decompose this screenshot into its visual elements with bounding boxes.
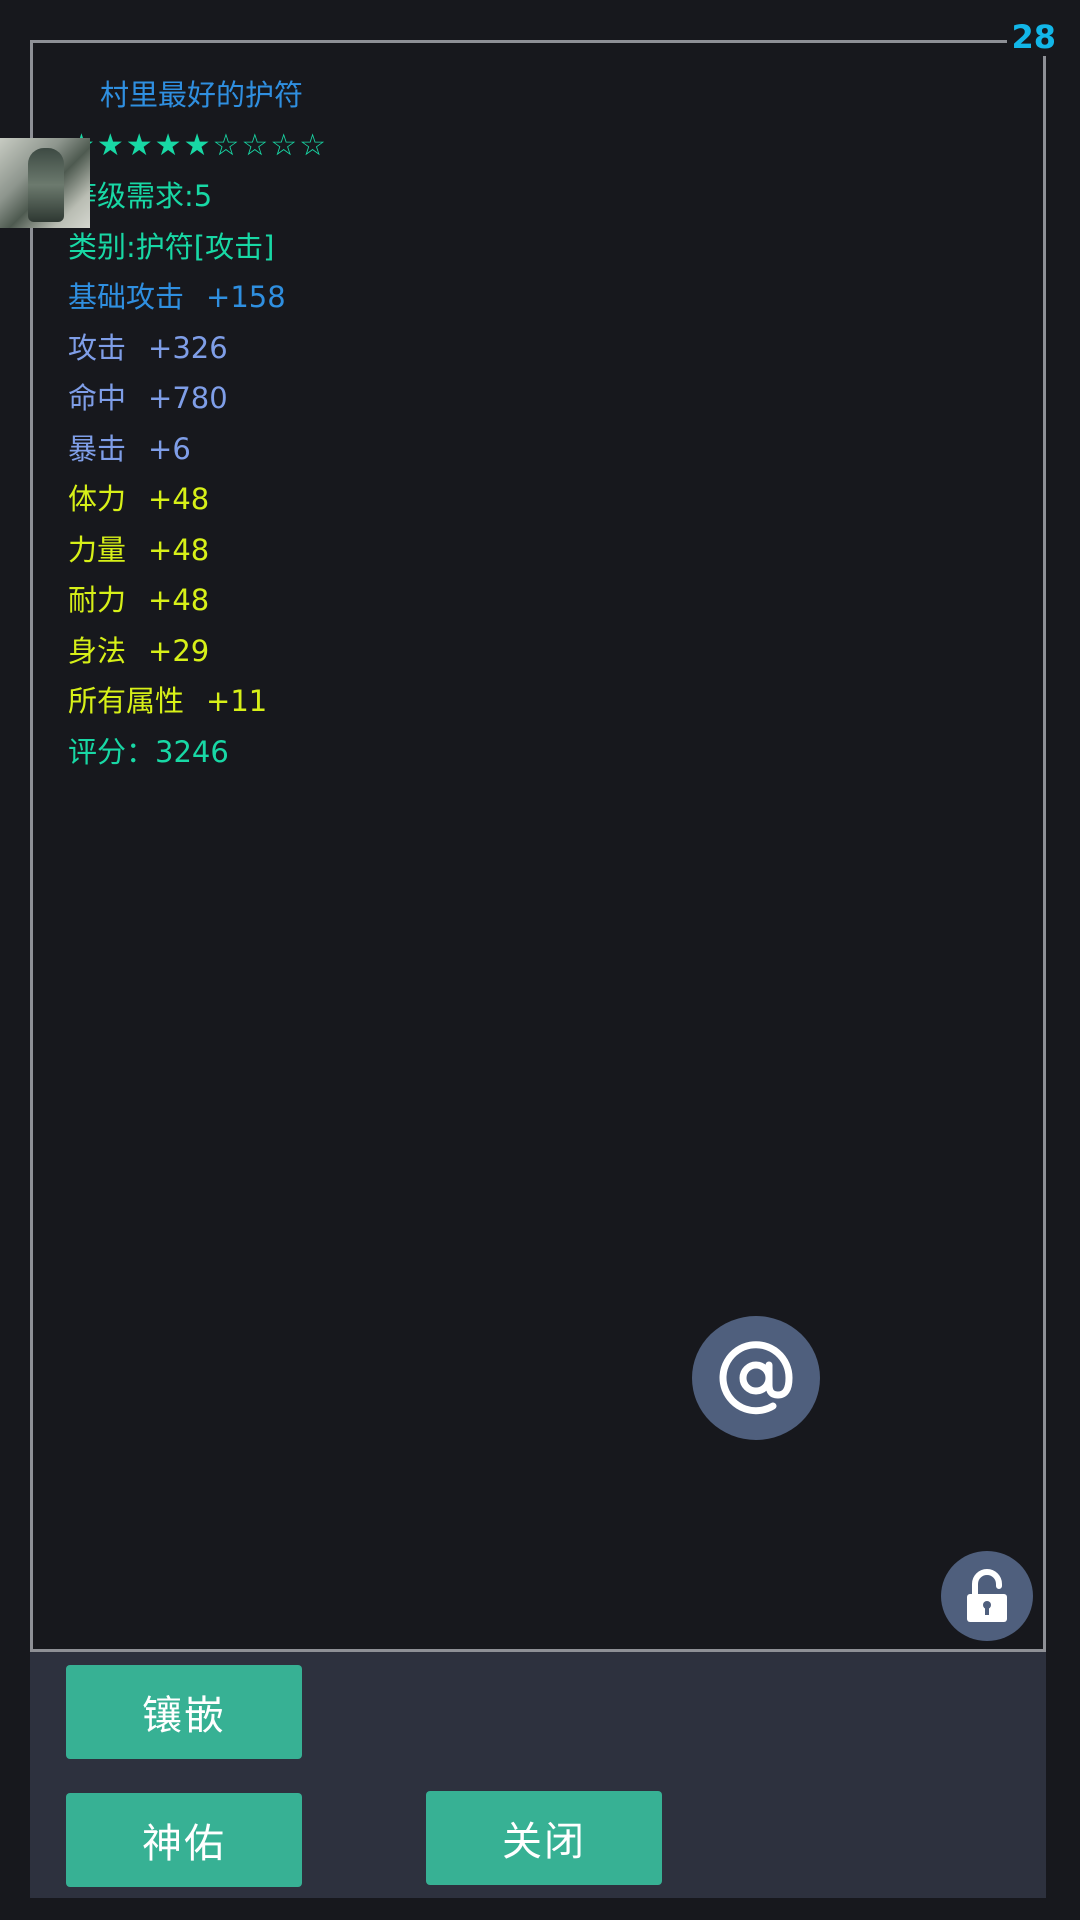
stat-value: +48 — [148, 482, 210, 516]
stat-value: +11 — [206, 684, 268, 718]
item-category: 类别:护符[攻击] — [68, 229, 275, 264]
stat-value: +158 — [206, 280, 286, 314]
stat-value: +326 — [148, 330, 228, 365]
stat-critical: 暴击 +6 — [68, 424, 328, 475]
lock-toggle-button[interactable] — [941, 1551, 1033, 1641]
stat-label: 基础攻击 — [68, 280, 185, 314]
stat-label: 力量 — [68, 532, 127, 567]
close-button[interactable]: 关闭 — [426, 1791, 662, 1885]
item-score: 评分：3246 — [68, 734, 229, 769]
item-stars: ★★★★★☆☆☆☆ — [68, 127, 329, 163]
stat-label: 命中 — [68, 381, 127, 415]
stat-label: 攻击 — [68, 330, 127, 365]
stat-label: 体力 — [68, 482, 127, 516]
stat-value: +29 — [148, 633, 210, 668]
stat-label: 所有属性 — [68, 684, 185, 718]
item-name: 村里最好的护符 — [100, 78, 304, 112]
stat-label: 身法 — [68, 633, 127, 668]
stat-strength: 力量 +48 — [68, 525, 328, 576]
item-tooltip: 村里最好的护符 ★★★★★☆☆☆☆ 等级需求:5 类别:护符[攻击] 基础攻击 +… — [68, 70, 328, 777]
stat-attack: 攻击 +326 — [68, 323, 328, 374]
stat-endurance: 耐力 +48 — [68, 575, 328, 626]
item-detail-screen: 28 村里最好的护符 ★★★★★☆☆☆☆ 等级需求:5 类别:护符[攻击] 基础… — [0, 0, 1080, 1920]
stat-value: +48 — [148, 532, 210, 567]
action-bar: 镶嵌 神佑 关闭 — [30, 1649, 1046, 1898]
stat-vitality: 体力 +48 — [68, 474, 328, 525]
counter-label: 28 — [1007, 18, 1060, 56]
stat-label: 耐力 — [68, 583, 127, 617]
stat-label: 暴击 — [68, 431, 127, 466]
stat-agility: 身法 +29 — [68, 626, 328, 677]
stat-accuracy: 命中 +780 — [68, 373, 328, 424]
stat-value: +48 — [148, 583, 210, 617]
bless-button[interactable]: 神佑 — [66, 1793, 302, 1887]
stat-all-attributes: 所有属性 +11 — [68, 676, 328, 727]
inlay-button[interactable]: 镶嵌 — [66, 1665, 302, 1759]
at-icon — [719, 1341, 793, 1415]
mention-button[interactable] — [692, 1316, 820, 1440]
stat-value: +6 — [148, 431, 191, 466]
unlock-icon — [967, 1569, 1007, 1622]
stat-value: +780 — [148, 381, 228, 415]
item-thumbnail[interactable] — [0, 138, 90, 228]
level-requirement: 等级需求:5 — [68, 179, 213, 213]
character-figure — [28, 148, 64, 222]
stat-base-attack: 基础攻击 +158 — [68, 272, 328, 323]
